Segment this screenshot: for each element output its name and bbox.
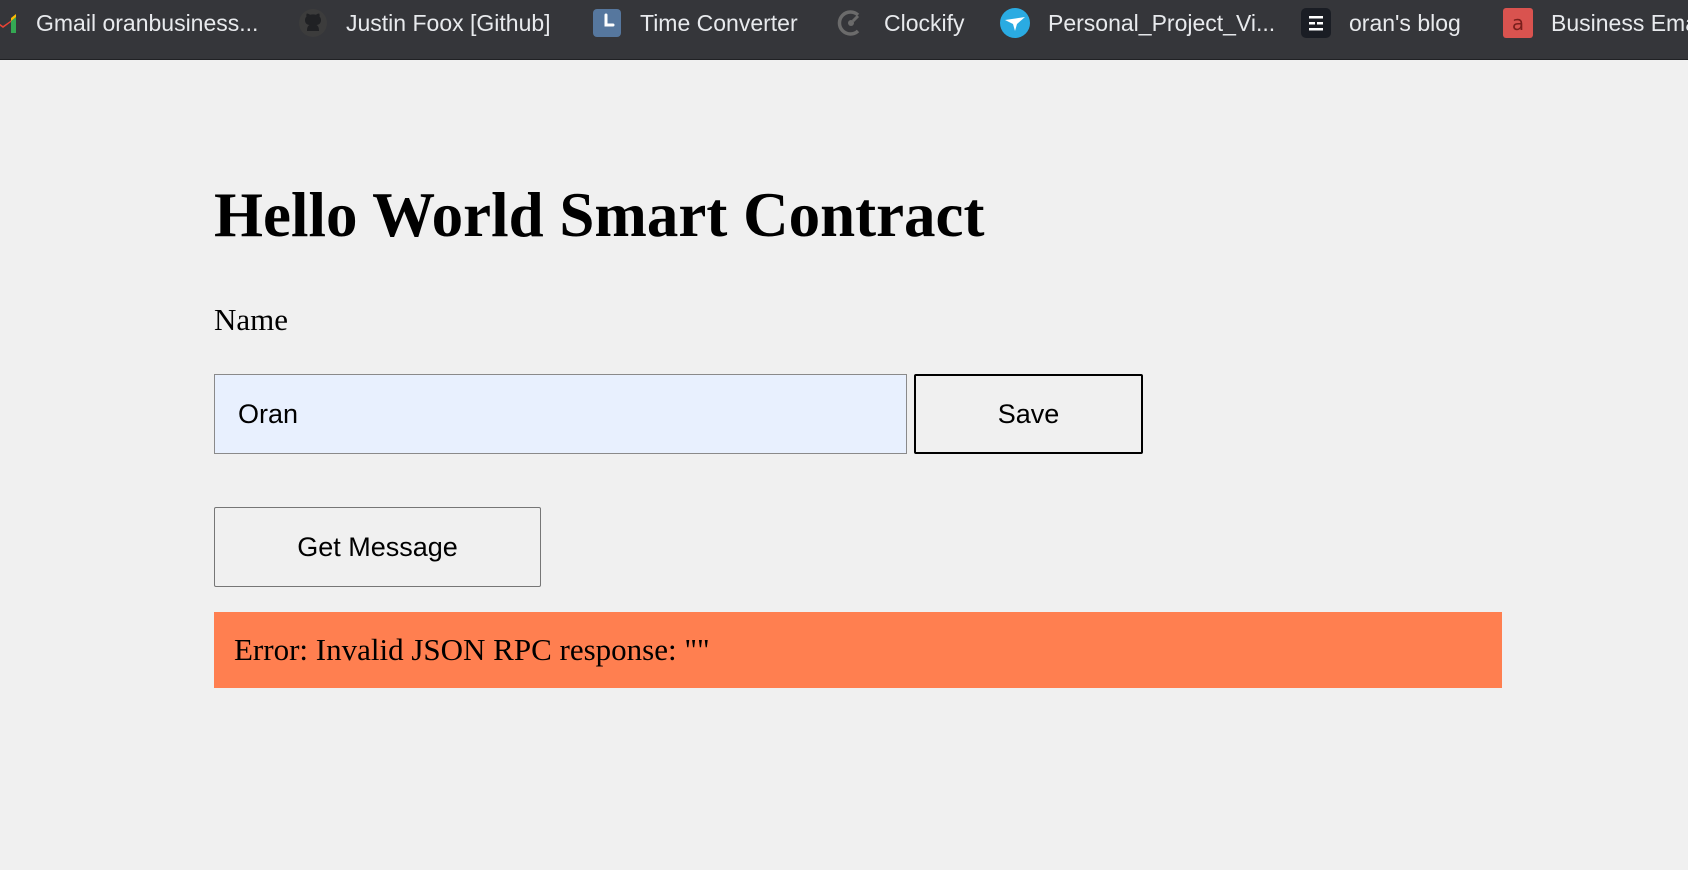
page-title: Hello World Smart Contract (214, 180, 985, 250)
bookmark-label: Time Converter (640, 9, 798, 36)
bookmark-label: Clockify (884, 9, 965, 36)
error-message: Error: Invalid JSON RPC response: "" (234, 632, 710, 667)
clock-icon (592, 8, 622, 38)
bookmark-business-email[interactable]: a Business Email (1503, 0, 1688, 46)
bookmarks-bar: Gmail oranbusiness... Justin Foox [Githu… (0, 0, 1688, 60)
name-input[interactable] (214, 374, 907, 454)
github-icon (298, 8, 328, 38)
bookmark-time-converter[interactable]: Time Converter (592, 0, 798, 46)
bookmark-label: Justin Foox [Github] (346, 9, 551, 36)
bookmark-label: Business Email (1551, 9, 1688, 36)
svg-text:a: a (1512, 11, 1524, 35)
name-label: Name (214, 302, 289, 337)
save-button[interactable]: Save (914, 374, 1143, 454)
bookmark-github[interactable]: Justin Foox [Github] (298, 0, 551, 46)
bookmark-label: oran's blog (1349, 9, 1461, 36)
gmail-icon (0, 8, 18, 38)
error-banner: Error: Invalid JSON RPC response: "" (214, 612, 1502, 688)
clockify-icon (836, 8, 866, 38)
bird-icon (1000, 8, 1030, 38)
get-message-button[interactable]: Get Message (214, 507, 541, 587)
blog-icon (1301, 8, 1331, 38)
bookmark-label: Gmail oranbusiness... (36, 9, 259, 36)
page-content: Hello World Smart Contract Name Save Get… (0, 60, 1688, 870)
bookmark-blog[interactable]: oran's blog (1301, 0, 1461, 46)
bookmark-personal-project[interactable]: Personal_Project_Vi... (1000, 0, 1275, 46)
bookmark-clockify[interactable]: Clockify (836, 0, 965, 46)
bookmark-label: Personal_Project_Vi... (1048, 9, 1276, 36)
business-email-icon: a (1503, 8, 1533, 38)
bookmark-gmail[interactable]: Gmail oranbusiness... (0, 0, 258, 46)
